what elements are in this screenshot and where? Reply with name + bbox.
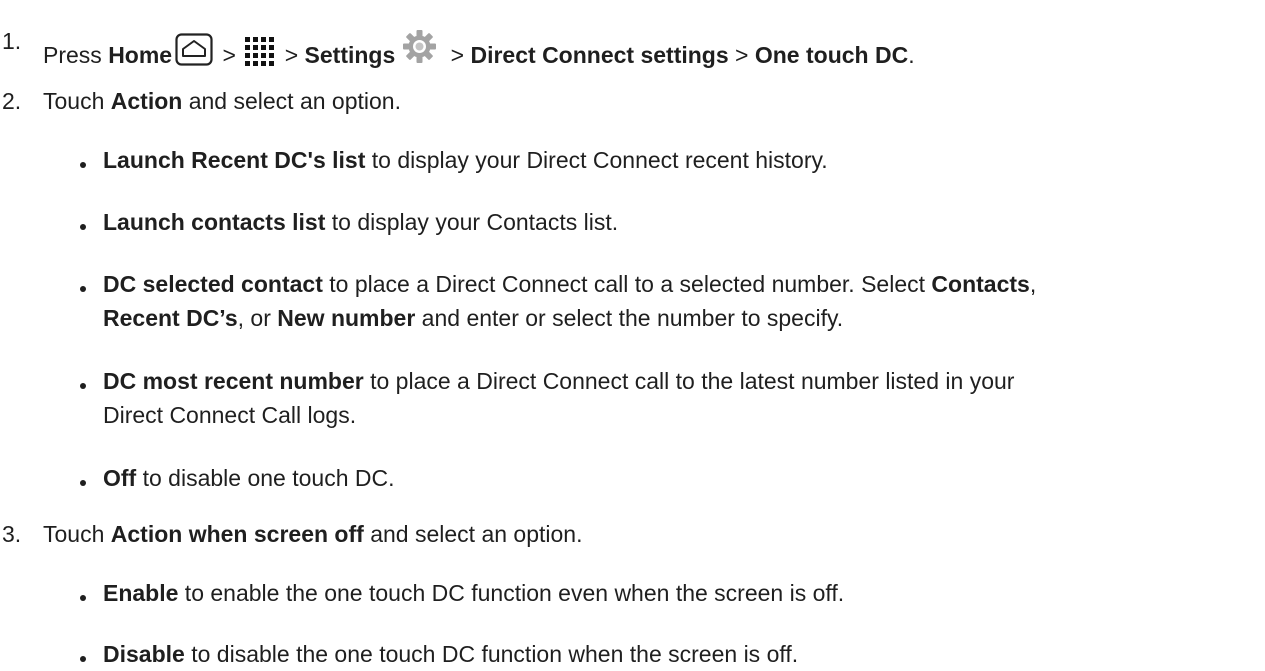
step-1: 1. Press Home > > Settings > Direct Conn…	[0, 24, 1265, 68]
bullet-dot	[80, 480, 86, 486]
step-3: 3. Touch Action when screen off and sele…	[0, 521, 1265, 555]
step-number: 2.	[2, 88, 22, 114]
step-3-text: Touch Action when screen off and select …	[43, 521, 583, 547]
home-icon	[175, 33, 213, 66]
step-number: 3.	[2, 521, 22, 547]
bullet-dot	[80, 224, 86, 230]
action-label: Action	[110, 88, 183, 114]
bullet-dot	[80, 595, 86, 601]
step-2: 2. Touch Action and select an option.	[0, 88, 1265, 122]
bullet-dot	[80, 383, 86, 389]
action-when-screen-off-label: Action when screen off	[110, 521, 364, 547]
step-1-text: Press Home > > Settings > Direct Connect…	[43, 28, 915, 69]
settings-label: Settings	[304, 42, 396, 68]
bullet-dot	[80, 656, 86, 662]
direct-connect-settings-label: Direct Connect settings	[470, 42, 729, 68]
step-2-text: Touch Action and select an option.	[43, 88, 401, 114]
home-label: Home	[108, 42, 173, 68]
bullet-dot	[80, 286, 86, 292]
apps-grid-icon	[244, 35, 276, 67]
step-number: 1.	[2, 28, 22, 54]
settings-gear-icon	[401, 28, 438, 65]
one-touch-dc-label: One touch DC	[754, 42, 909, 68]
bullet-dot	[80, 162, 86, 168]
